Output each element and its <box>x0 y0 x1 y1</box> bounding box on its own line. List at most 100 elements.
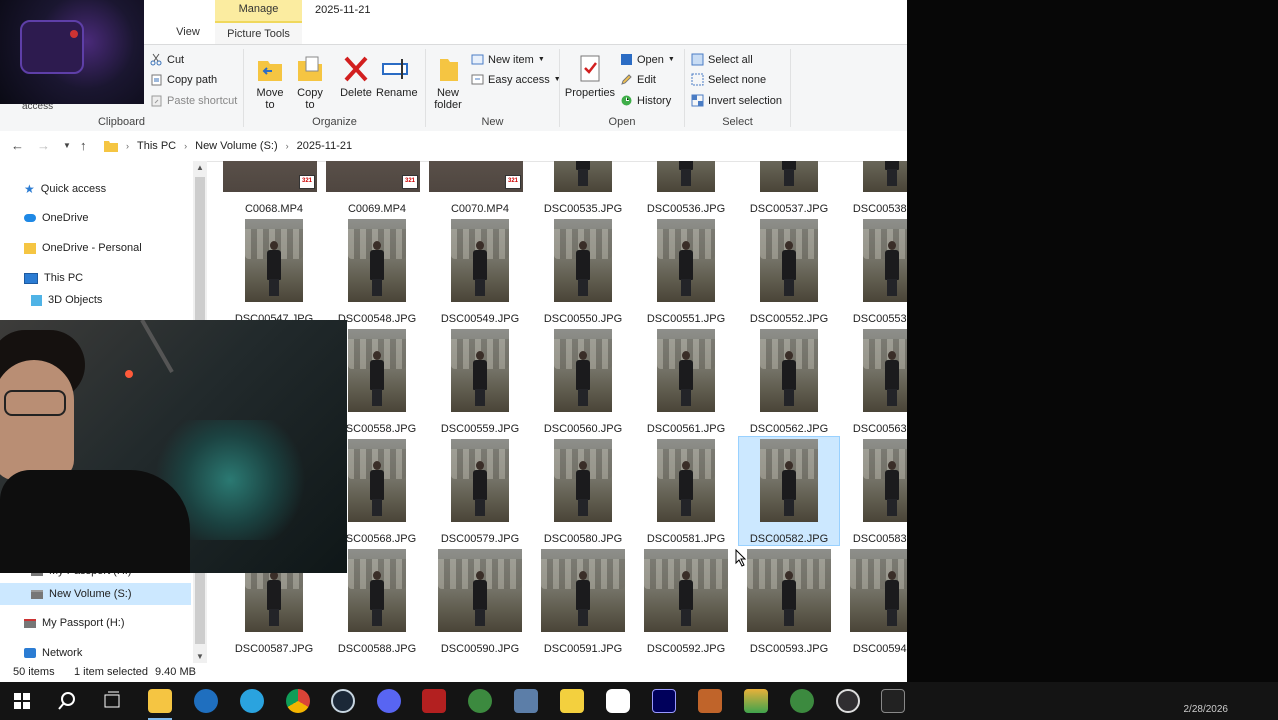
discord-icon[interactable] <box>377 689 401 713</box>
webcam-person-face <box>0 360 74 480</box>
file-name-label: DSC00563.JPG <box>852 423 907 435</box>
file-tile[interactable]: DSC00551.JPG <box>636 217 736 325</box>
file-tile[interactable]: DSC00552.JPG <box>739 217 839 325</box>
file-tile[interactable]: DSC00594.JPG <box>842 547 907 655</box>
file-tile[interactable]: DSC00591.JPG <box>533 547 633 655</box>
tab-manage[interactable]: Manage <box>215 0 302 21</box>
file-tile[interactable]: DSC00560.JPG <box>533 327 633 435</box>
scroll-down-arrow-icon[interactable]: ▼ <box>196 652 204 661</box>
globe-app-2-icon[interactable] <box>790 689 814 713</box>
file-tile[interactable]: DSC00582.JPG <box>738 436 840 546</box>
file-tile[interactable]: DSC00590.JPG <box>430 547 530 655</box>
nav-onedrive[interactable]: OneDrive <box>24 212 88 224</box>
copy-to-button[interactable]: Copy to <box>292 53 328 111</box>
file-tile[interactable]: DSC00536.JPG <box>636 161 736 215</box>
copy-path-button[interactable]: Copy path <box>150 73 217 86</box>
move-to-button[interactable]: Move to <box>252 53 288 111</box>
file-tile[interactable]: 321 C0070.MP4 <box>429 161 530 215</box>
file-tile[interactable]: DSC00580.JPG <box>533 437 633 545</box>
globe-app-icon[interactable] <box>468 689 492 713</box>
easy-access-button[interactable]: Easy access ▼ <box>471 73 561 86</box>
windows-start-icon[interactable] <box>10 689 34 713</box>
up-arrow-icon[interactable]: ↑ <box>80 138 87 153</box>
delete-button[interactable]: Delete <box>336 53 376 99</box>
file-tile[interactable]: DSC00593.JPG <box>739 547 839 655</box>
person-figure <box>265 571 283 626</box>
tab-picture-tools[interactable]: Picture Tools <box>215 21 302 44</box>
recent-locations-chevron-icon[interactable]: ▼ <box>63 141 71 150</box>
nav-onedrive-personal[interactable]: OneDrive - Personal <box>24 242 142 254</box>
nav-this-pc[interactable]: This PC <box>24 272 83 284</box>
app-v-icon[interactable] <box>194 689 218 713</box>
invert-selection-button[interactable]: Invert selection <box>691 94 782 107</box>
open-button[interactable]: Open ▼ <box>620 53 675 66</box>
image-app-icon[interactable] <box>514 689 538 713</box>
edit-button[interactable]: Edit <box>620 73 656 86</box>
forward-arrow-icon[interactable]: → <box>37 138 50 153</box>
obs-icon[interactable] <box>836 689 860 713</box>
file-tile[interactable]: DSC00579.JPG <box>430 437 530 545</box>
nav-my-passport[interactable]: My Passport (H:) <box>24 617 125 629</box>
nav-3d-objects[interactable]: 3D Objects <box>31 294 102 306</box>
nav-new-volume[interactable]: New Volume (S:) <box>0 583 191 605</box>
paste-shortcut-button[interactable]: Paste shortcut <box>150 94 237 107</box>
telegram-icon[interactable] <box>240 689 264 713</box>
tab-view[interactable]: View <box>168 21 208 44</box>
new-folder-icon <box>440 59 458 81</box>
breadcrumb[interactable]: › This PC › New Volume (S:) › 2025-11-21 <box>104 135 352 157</box>
breadcrumb-current-folder[interactable]: 2025-11-21 <box>297 140 352 152</box>
new-folder-button[interactable]: New folder <box>430 53 466 111</box>
file-tile[interactable]: 321 C0068.MP4 <box>223 161 324 215</box>
breadcrumb-new-volume[interactable]: New Volume (S:) <box>195 140 278 152</box>
file-tile[interactable]: DSC00548.JPG <box>327 217 427 325</box>
bluestacks-icon[interactable] <box>744 689 768 713</box>
file-tile[interactable]: DSC00583.JPG <box>842 437 907 545</box>
file-name-label: DSC00588.JPG <box>337 643 417 655</box>
file-tile[interactable]: DSC00561.JPG <box>636 327 736 435</box>
file-tile[interactable]: DSC00562.JPG <box>739 327 839 435</box>
scroll-up-arrow-icon[interactable]: ▲ <box>196 163 204 172</box>
steam-icon[interactable] <box>331 689 355 713</box>
file-tile[interactable]: DSC00535.JPG <box>533 161 633 215</box>
game-app-icon[interactable] <box>698 689 722 713</box>
back-arrow-icon[interactable]: ← <box>11 138 24 153</box>
search-icon[interactable] <box>55 689 79 713</box>
voicemeeter-icon[interactable] <box>422 689 446 713</box>
person-figure <box>471 241 489 296</box>
file-tile[interactable]: 321 C0069.MP4 <box>326 161 427 215</box>
select-group-label: Select <box>722 116 753 128</box>
breadcrumb-this-pc[interactable]: This PC <box>137 140 176 152</box>
photo-thumbnail <box>348 329 406 412</box>
file-tile[interactable]: DSC00537.JPG <box>739 161 839 215</box>
task-view-icon[interactable] <box>100 689 124 713</box>
file-tile[interactable]: DSC00559.JPG <box>430 327 530 435</box>
file-tile[interactable]: DSC00538.JPG <box>842 161 907 215</box>
select-none-button[interactable]: Select none <box>691 73 766 86</box>
file-tile[interactable]: DSC00550.JPG <box>533 217 633 325</box>
nav-quick-access[interactable]: ★ Quick access <box>24 182 106 196</box>
person-figure <box>368 571 386 626</box>
photo-thumbnail <box>644 549 728 632</box>
video-thumbnail: 321 <box>326 161 420 192</box>
new-item-button[interactable]: New item ▼ <box>471 53 545 66</box>
cut-button[interactable]: Cut <box>150 53 184 66</box>
premiere-pro-icon[interactable] <box>652 689 676 713</box>
file-tile[interactable]: DSC00553.JPG <box>842 217 907 325</box>
rename-button[interactable]: Rename <box>376 53 418 99</box>
player-icon[interactable] <box>560 689 584 713</box>
webcam-lamp <box>125 370 133 378</box>
file-tile[interactable]: DSC00549.JPG <box>430 217 530 325</box>
file-tile[interactable]: DSC00563.JPG <box>842 327 907 435</box>
chrome-icon[interactable] <box>286 689 310 713</box>
terminal-icon[interactable] <box>881 689 905 713</box>
file-name-label: DSC00580.JPG <box>543 533 623 545</box>
file-tile[interactable]: DSC00581.JPG <box>636 437 736 545</box>
app-circle-icon[interactable] <box>606 689 630 713</box>
properties-button[interactable]: Properties <box>564 53 616 99</box>
select-all-button[interactable]: Select all <box>691 53 753 66</box>
nav-network[interactable]: Network <box>24 647 82 659</box>
file-explorer-taskbar-icon[interactable] <box>148 689 172 713</box>
file-tile[interactable]: DSC00547.JPG <box>224 217 324 325</box>
file-tile[interactable]: DSC00592.JPG <box>636 547 736 655</box>
history-button[interactable]: History <box>620 94 671 107</box>
